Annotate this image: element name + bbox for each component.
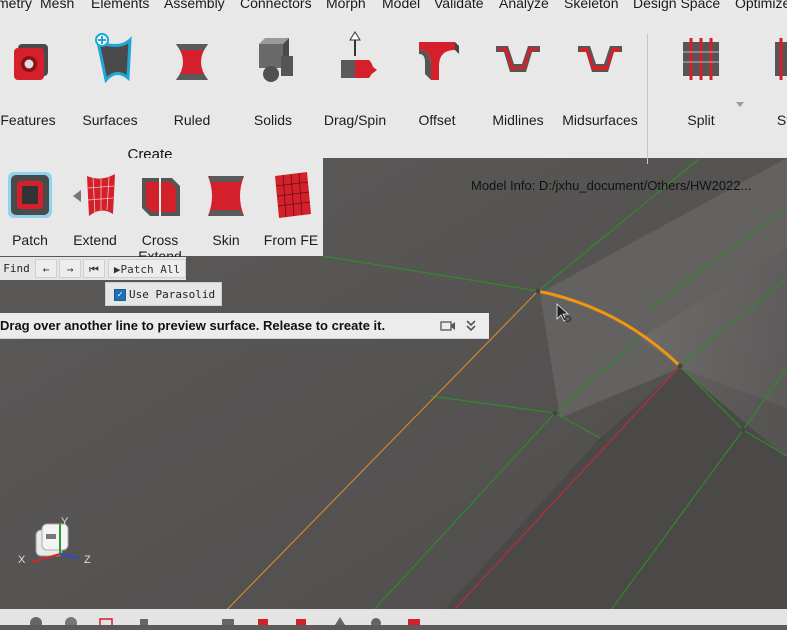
view-cube-icon <box>35 523 69 557</box>
cross-extend-button[interactable]: Cross Extend <box>127 166 193 264</box>
menu-elements[interactable]: Elements <box>91 0 149 11</box>
triangle-icon <box>335 617 345 625</box>
midsurfaces-icon <box>578 46 622 72</box>
menu-morph[interactable]: Morph <box>326 0 366 11</box>
menu-model[interactable]: Model <box>382 0 420 11</box>
stitch-icon <box>775 38 787 80</box>
stitch-button[interactable]: Stit <box>745 28 787 134</box>
cross-extend-icon <box>142 174 180 218</box>
from-fe-button[interactable]: From FE <box>258 166 324 256</box>
forward-arrow-icon[interactable]: → <box>59 259 81 278</box>
stitch-label: Stit <box>776 112 787 128</box>
patch-all-button[interactable]: ▶Patch All <box>108 259 186 278</box>
sphere-icon <box>30 617 42 625</box>
axis-label-z: Z <box>84 554 91 566</box>
midsurfaces-button[interactable]: Midsurfaces <box>558 28 642 134</box>
menu-validate[interactable]: Validate <box>434 0 484 11</box>
solids-icon <box>259 38 293 82</box>
split-icon <box>683 38 719 80</box>
split-dropdown-icon[interactable] <box>736 102 744 107</box>
skin-icon <box>208 176 244 216</box>
menu-design-space[interactable]: Design Space <box>633 0 720 11</box>
ruled-icon <box>176 44 208 80</box>
drag-spin-icon <box>341 31 377 78</box>
cube-icon <box>222 619 234 625</box>
skip-to-start-icon[interactable]: ⏮ <box>83 259 105 278</box>
features-icon <box>14 44 48 80</box>
use-parasolid-label: Use Parasolid <box>129 288 216 301</box>
video-camera-icon[interactable] <box>440 320 456 332</box>
bottom-toolbar-icons <box>30 617 420 625</box>
bracket-icon <box>99 618 113 625</box>
split-button[interactable]: Split <box>659 28 743 134</box>
find-bar: Find ← → ⏮ ▶Patch All <box>0 257 186 280</box>
menu-geometry[interactable]: metry <box>0 0 32 11</box>
midlines-icon <box>496 46 540 72</box>
find-button[interactable]: Find <box>0 259 33 278</box>
menu-skeleton[interactable]: Skeleton <box>564 0 618 11</box>
from-fe-label: From FE <box>263 232 319 248</box>
circle-icon <box>371 618 381 625</box>
axis-triad[interactable]: Y X Z <box>18 516 94 578</box>
from-fe-icon <box>275 172 311 218</box>
midsurfaces-label: Midsurfaces <box>562 112 638 128</box>
red-square-icon <box>296 619 306 625</box>
model-info-text: Model Info: D:/jxhu_document/Others/HW20… <box>471 178 752 193</box>
offset-icon <box>419 42 459 80</box>
hint-text: Drag over another line to preview surfac… <box>0 318 386 333</box>
use-parasolid-checkbox[interactable]: ✓ <box>114 289 126 301</box>
axis-label-x: X <box>18 554 26 566</box>
tool-icon <box>140 619 148 625</box>
axis-label-y: Y <box>61 516 69 528</box>
ribbon-separator <box>647 34 648 164</box>
ribbon: Features Surfaces Ruled Solids Drag/Spin… <box>0 14 787 164</box>
hint-bar: Drag over another line to preview surfac… <box>0 313 489 339</box>
red-cube-icon <box>258 619 268 625</box>
menu-mesh[interactable]: Mesh <box>40 0 74 11</box>
surfaces-icon <box>95 33 132 84</box>
expand-down-icon[interactable] <box>465 319 477 333</box>
patch-icon <box>8 172 52 218</box>
menu-assembly[interactable]: Assembly <box>164 0 225 11</box>
globe-icon <box>65 617 77 625</box>
create-subpanel: Patch Extend Cross Extend Skin From FE <box>0 158 324 264</box>
red-shape-icon <box>408 619 420 625</box>
use-parasolid-option[interactable]: ✓ Use Parasolid <box>105 282 222 306</box>
back-arrow-icon[interactable]: ← <box>35 259 57 278</box>
menu-analyze[interactable]: Analyze <box>499 0 549 11</box>
menu-optimize[interactable]: Optimize <box>735 0 787 11</box>
bottom-toolbar <box>0 609 787 625</box>
menu-connectors[interactable]: Connectors <box>240 0 312 11</box>
extend-icon <box>73 174 115 216</box>
menu-bar: metry Mesh Elements Assembly Connectors … <box>0 0 787 14</box>
